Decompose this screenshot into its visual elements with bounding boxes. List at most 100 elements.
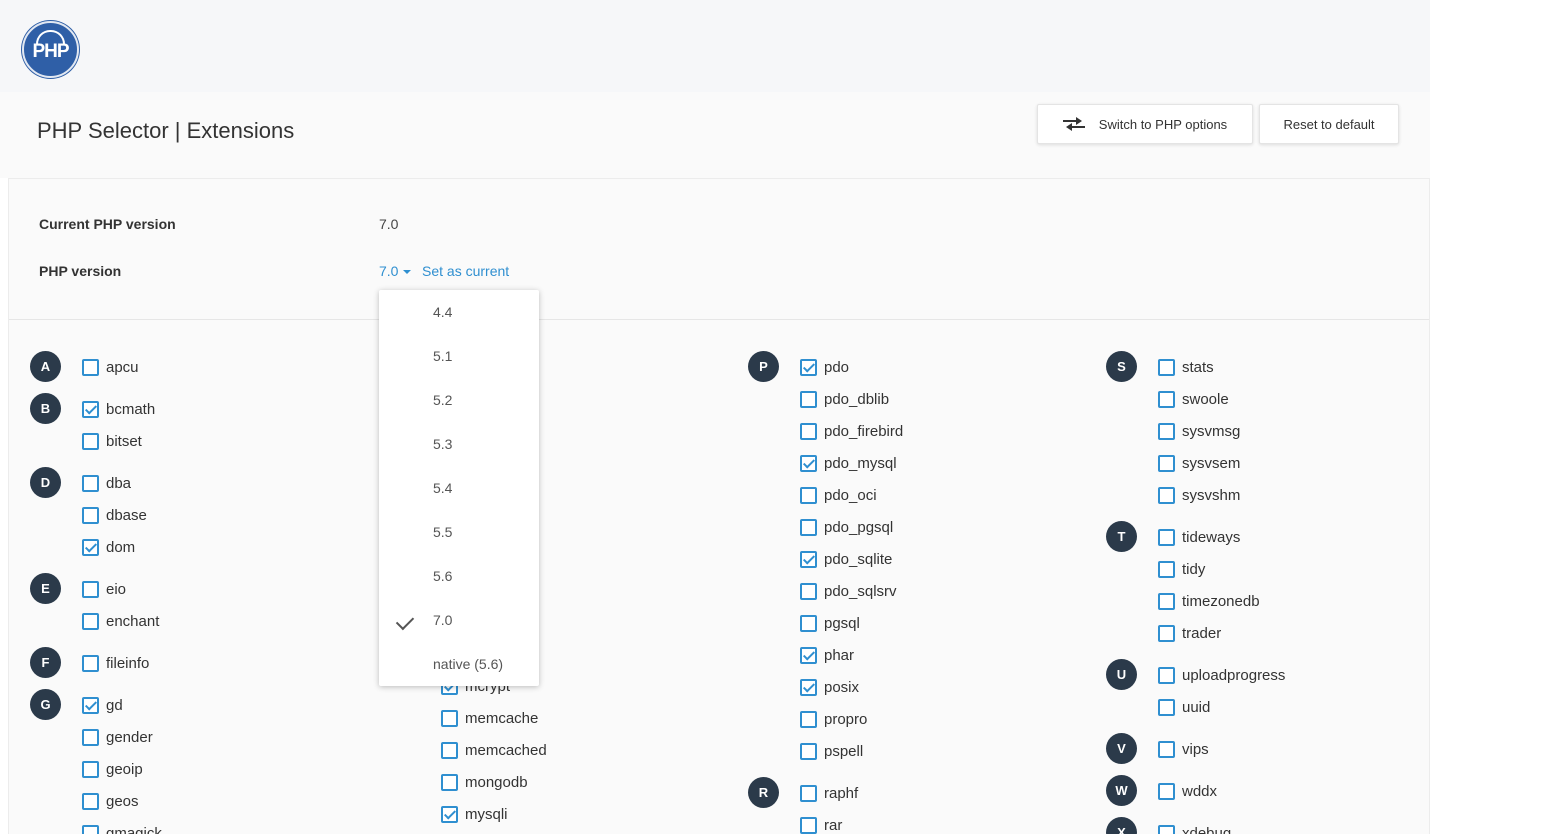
extension-checkbox[interactable] (82, 538, 99, 556)
extension-checkbox[interactable] (82, 432, 99, 450)
version-option[interactable]: 5.3 (379, 422, 539, 466)
extension-tidy[interactable]: tidy (1158, 559, 1205, 579)
extension-sysvsem[interactable]: sysvsem (1158, 453, 1240, 473)
extension-checkbox[interactable] (800, 422, 817, 440)
extension-checkbox[interactable] (441, 773, 458, 791)
extension-checkbox[interactable] (82, 400, 99, 418)
extension-raphf[interactable]: raphf (800, 783, 858, 803)
extension-checkbox[interactable] (800, 486, 817, 504)
extension-pdo_dblib[interactable]: pdo_dblib (800, 389, 889, 409)
extension-checkbox[interactable] (1158, 358, 1175, 376)
version-option[interactable]: 4.4 (379, 290, 539, 334)
extension-checkbox[interactable] (800, 710, 817, 728)
extension-gd[interactable]: gd (82, 695, 123, 715)
extension-pdo_sqlite[interactable]: pdo_sqlite (800, 549, 892, 569)
extension-tideways[interactable]: tideways (1158, 527, 1240, 547)
extension-apcu[interactable]: apcu (82, 357, 139, 377)
extension-geoip[interactable]: geoip (82, 759, 143, 779)
extension-dom[interactable]: dom (82, 537, 135, 557)
extension-checkbox[interactable] (800, 582, 817, 600)
extension-checkbox[interactable] (82, 760, 99, 778)
extension-pdo[interactable]: pdo (800, 357, 849, 377)
extension-bitset[interactable]: bitset (82, 431, 142, 451)
php-logo[interactable]: PHP (22, 21, 79, 78)
version-option[interactable]: 5.6 (379, 554, 539, 598)
extension-checkbox[interactable] (800, 550, 817, 568)
extension-checkbox[interactable] (800, 742, 817, 760)
extension-checkbox[interactable] (1158, 824, 1175, 834)
extension-mysqli[interactable]: mysqli (441, 804, 508, 824)
version-option[interactable]: 5.5 (379, 510, 539, 554)
extension-geos[interactable]: geos (82, 791, 139, 811)
extension-pgsql[interactable]: pgsql (800, 613, 860, 633)
switch-to-php-options-button[interactable]: Switch to PHP options (1037, 104, 1253, 144)
extension-checkbox[interactable] (1158, 592, 1175, 610)
version-option[interactable]: 7.0 (379, 598, 539, 642)
extension-swoole[interactable]: swoole (1158, 389, 1229, 409)
extension-checkbox[interactable] (441, 805, 458, 823)
extension-gender[interactable]: gender (82, 727, 153, 747)
extension-eio[interactable]: eio (82, 579, 126, 599)
extension-uuid[interactable]: uuid (1158, 697, 1210, 717)
extension-memcache[interactable]: memcache (441, 708, 538, 728)
extension-checkbox[interactable] (800, 358, 817, 376)
extension-enchant[interactable]: enchant (82, 611, 159, 631)
extension-vips[interactable]: vips (1158, 739, 1209, 759)
extension-posix[interactable]: posix (800, 677, 859, 697)
extension-pdo_firebird[interactable]: pdo_firebird (800, 421, 903, 441)
extension-trader[interactable]: trader (1158, 623, 1221, 643)
version-option[interactable]: native (5.6) (379, 642, 539, 686)
extension-checkbox[interactable] (82, 728, 99, 746)
extension-checkbox[interactable] (800, 646, 817, 664)
extension-pdo_mysql[interactable]: pdo_mysql (800, 453, 897, 473)
extension-checkbox[interactable] (800, 454, 817, 472)
extension-checkbox[interactable] (1158, 624, 1175, 642)
extension-checkbox[interactable] (82, 506, 99, 524)
extension-checkbox[interactable] (800, 390, 817, 408)
extension-checkbox[interactable] (82, 474, 99, 492)
extension-checkbox[interactable] (82, 792, 99, 810)
extension-pdo_oci[interactable]: pdo_oci (800, 485, 877, 505)
extension-bcmath[interactable]: bcmath (82, 399, 155, 419)
extension-checkbox[interactable] (441, 709, 458, 727)
extension-phar[interactable]: phar (800, 645, 854, 665)
extension-memcached[interactable]: memcached (441, 740, 547, 760)
extension-checkbox[interactable] (82, 612, 99, 630)
extension-checkbox[interactable] (800, 518, 817, 536)
extension-checkbox[interactable] (800, 784, 817, 802)
extension-checkbox[interactable] (1158, 782, 1175, 800)
extension-checkbox[interactable] (1158, 560, 1175, 578)
extension-checkbox[interactable] (82, 824, 99, 834)
extension-sysvshm[interactable]: sysvshm (1158, 485, 1240, 505)
extension-propro[interactable]: propro (800, 709, 867, 729)
extension-pdo_sqlsrv[interactable]: pdo_sqlsrv (800, 581, 897, 601)
extension-pdo_pgsql[interactable]: pdo_pgsql (800, 517, 893, 537)
extension-xdebug[interactable]: xdebug (1158, 823, 1231, 834)
set-as-current-link[interactable]: Set as current (422, 263, 509, 279)
extension-checkbox[interactable] (1158, 666, 1175, 684)
extension-checkbox[interactable] (82, 696, 99, 714)
extension-gmagick[interactable]: gmagick (82, 823, 162, 834)
php-version-select[interactable]: 7.0 (379, 263, 412, 279)
extension-timezonedb[interactable]: timezonedb (1158, 591, 1260, 611)
extension-checkbox[interactable] (800, 614, 817, 632)
extension-checkbox[interactable] (1158, 740, 1175, 758)
extension-uploadprogress[interactable]: uploadprogress (1158, 665, 1285, 685)
extension-checkbox[interactable] (1158, 486, 1175, 504)
extension-checkbox[interactable] (800, 816, 817, 834)
extension-sysvmsg[interactable]: sysvmsg (1158, 421, 1240, 441)
extension-mongodb[interactable]: mongodb (441, 772, 528, 792)
extension-checkbox[interactable] (1158, 390, 1175, 408)
extension-checkbox[interactable] (1158, 422, 1175, 440)
extension-checkbox[interactable] (82, 580, 99, 598)
extension-pspell[interactable]: pspell (800, 741, 863, 761)
extension-checkbox[interactable] (1158, 698, 1175, 716)
extension-checkbox[interactable] (1158, 454, 1175, 472)
extension-checkbox[interactable] (1158, 528, 1175, 546)
extension-stats[interactable]: stats (1158, 357, 1214, 377)
reset-to-default-button[interactable]: Reset to default (1259, 104, 1399, 144)
extension-fileinfo[interactable]: fileinfo (82, 653, 149, 673)
extension-dba[interactable]: dba (82, 473, 131, 493)
extension-rar[interactable]: rar (800, 815, 842, 834)
extension-checkbox[interactable] (82, 654, 99, 672)
